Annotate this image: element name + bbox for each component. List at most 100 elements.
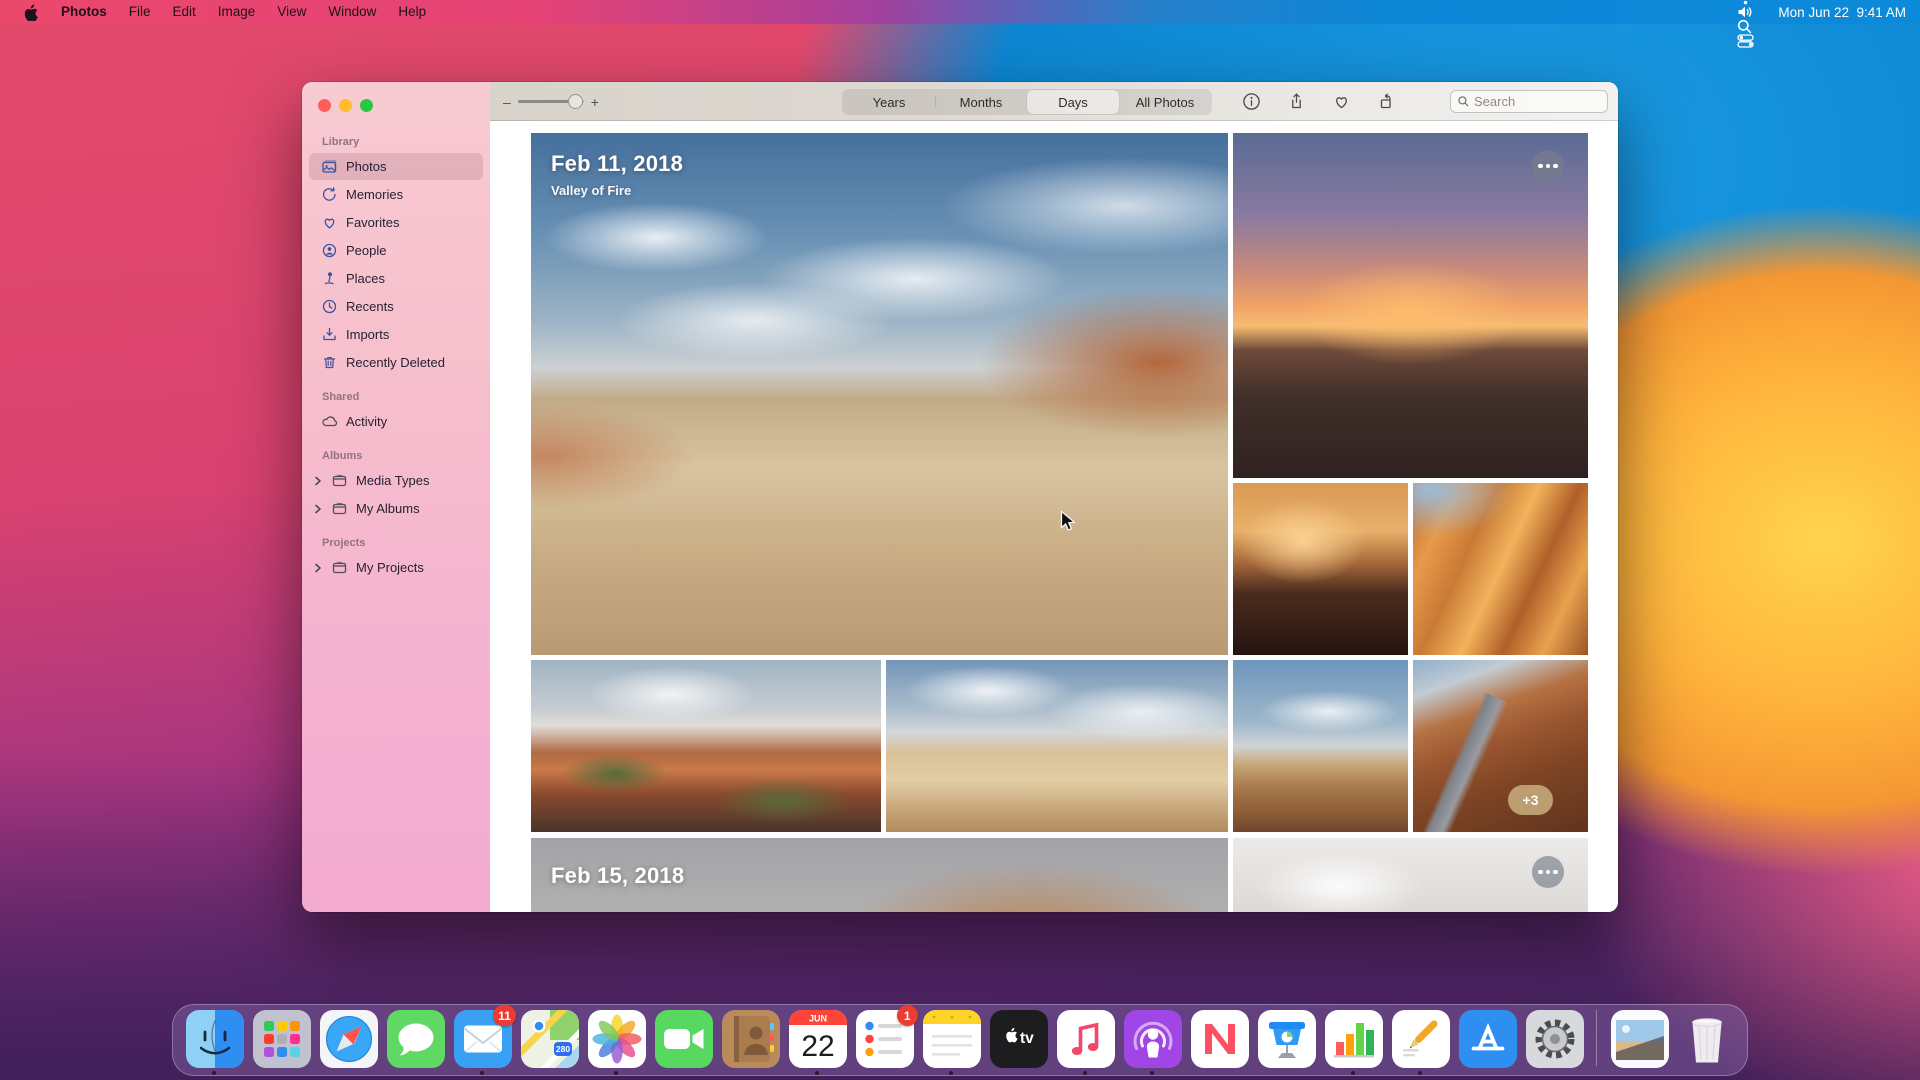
dock-music-icon[interactable]	[1056, 1009, 1115, 1075]
chevron-right-icon[interactable]	[313, 475, 323, 487]
chevron-right-icon[interactable]	[313, 503, 323, 515]
dock-appstore-icon[interactable]	[1458, 1009, 1517, 1068]
menu-help[interactable]: Help	[387, 4, 437, 19]
sidebar-item-label: Recently Deleted	[346, 355, 445, 370]
dock-photos-icon[interactable]	[587, 1009, 646, 1075]
more-options-button[interactable]	[1532, 856, 1564, 888]
dock-panel: 11 280 JUN 22 1 tv	[171, 1004, 1749, 1076]
dock-notes-icon[interactable]	[922, 1009, 981, 1075]
desktop: Photos File Edit Image View Window Help Mon Ju…	[0, 0, 1920, 1080]
photo-hiker[interactable]	[886, 660, 1228, 832]
zoom-button[interactable]	[360, 99, 373, 112]
info-button[interactable]	[1242, 92, 1261, 111]
dock-keynote-icon[interactable]	[1257, 1009, 1316, 1068]
dock-calendar-icon[interactable]: JUN 22	[788, 1009, 847, 1075]
dock-safari-icon[interactable]	[319, 1009, 378, 1068]
dock: 11 280 JUN 22 1 tv	[0, 1004, 1920, 1076]
menu-bar-status: Mon Jun 22 9:41 AM	[1729, 0, 1906, 48]
dock-launchpad-icon[interactable]	[252, 1009, 311, 1068]
dock-messages-icon[interactable]	[386, 1009, 445, 1068]
dock-trash-icon[interactable]	[1677, 1009, 1735, 1067]
dock-picture-icon[interactable]	[1610, 1009, 1670, 1068]
volume-icon[interactable]	[1729, 5, 1764, 19]
apple-menu[interactable]	[14, 3, 48, 21]
sidebar-item-imports[interactable]: Imports	[309, 321, 483, 348]
dock-tv-icon[interactable]: tv	[989, 1009, 1048, 1068]
sidebar-item-photos[interactable]: Photos	[309, 153, 483, 180]
segment-years[interactable]: Years	[843, 90, 935, 114]
search-field[interactable]	[1450, 90, 1608, 113]
menu-edit[interactable]: Edit	[162, 4, 207, 19]
spotlight-icon[interactable]	[1729, 19, 1764, 34]
menu-view[interactable]: View	[266, 4, 317, 19]
sidebar-item-memories[interactable]: Memories	[309, 181, 483, 208]
share-button[interactable]	[1287, 92, 1306, 111]
sidebar-item-label: Recents	[346, 299, 394, 314]
minimize-button[interactable]	[339, 99, 352, 112]
more-options-button[interactable]	[1532, 150, 1564, 182]
apple-logo-icon	[24, 3, 38, 21]
control-center-icon[interactable]	[1729, 33, 1764, 48]
sidebar-item-label: Memories	[346, 187, 404, 202]
photo-redrocks[interactable]	[531, 660, 881, 832]
sidebar-item-label: Photos	[346, 159, 387, 174]
photo-hero[interactable]	[531, 133, 1228, 655]
zoom-out-button[interactable]: –	[503, 94, 511, 110]
dock-contacts-icon[interactable]	[721, 1009, 780, 1068]
sidebar: Library Photos Memories Favorites People Plac…	[302, 82, 490, 912]
segment-all-photos[interactable]: All Photos	[1119, 90, 1211, 114]
dock-finder-icon[interactable]	[185, 1009, 244, 1075]
sidebar-item-people[interactable]: People	[309, 237, 483, 264]
menu-file[interactable]: File	[118, 4, 162, 19]
close-button[interactable]	[318, 99, 331, 112]
photo-wave[interactable]	[1413, 483, 1588, 655]
menu-window[interactable]: Window	[317, 4, 387, 19]
chevron-right-icon[interactable]	[313, 562, 323, 574]
zoom-in-button[interactable]: +	[591, 94, 599, 110]
svg-text:JUN: JUN	[809, 1014, 827, 1024]
sidebar-item-my-projects[interactable]: My Projects	[309, 554, 483, 581]
photo-valley[interactable]	[1233, 660, 1408, 832]
zoom-slider-thumb[interactable]	[567, 94, 583, 109]
photo-silhouette[interactable]	[1233, 483, 1408, 655]
photo-sunset[interactable]	[1233, 133, 1588, 478]
dock-news-icon[interactable]	[1190, 1009, 1249, 1068]
album-icon	[331, 472, 348, 489]
dock-settings-icon[interactable]	[1525, 1009, 1584, 1068]
dock-maps-icon[interactable]: 280	[520, 1009, 579, 1068]
sidebar-item-label: People	[346, 243, 387, 258]
sidebar-item-recently-deleted[interactable]: Recently Deleted	[309, 349, 483, 376]
sidebar-item-media-types[interactable]: Media Types	[309, 467, 483, 494]
sidebar-item-activity[interactable]: Activity	[309, 408, 483, 435]
running-indicator-dot	[814, 1071, 819, 1075]
menu-photos[interactable]: Photos	[50, 4, 118, 19]
svg-text:280: 280	[556, 1044, 570, 1054]
zoom-slider[interactable]	[517, 94, 584, 109]
menu-bar-clock[interactable]: Mon Jun 22 9:41 AM	[1768, 5, 1906, 20]
sidebar-item-recents[interactable]: Recents	[309, 293, 483, 320]
segment-months[interactable]: Months	[935, 90, 1027, 114]
photo-canyonroad[interactable]	[1413, 660, 1588, 832]
sidebar-item-favorites[interactable]: Favorites	[309, 209, 483, 236]
rotate-button[interactable]	[1377, 92, 1396, 111]
dock-mail-icon[interactable]: 11	[453, 1005, 516, 1075]
dock-podcasts-icon[interactable]	[1123, 1009, 1182, 1075]
dock-facetime-icon[interactable]	[654, 1009, 713, 1068]
day-header: Feb 11, 2018 Valley of Fire	[551, 151, 683, 198]
dock-numbers-icon[interactable]	[1324, 1009, 1383, 1075]
mouse-cursor	[1060, 510, 1077, 539]
menu-image[interactable]: Image	[207, 4, 267, 19]
favorite-button[interactable]	[1332, 92, 1351, 111]
overflow-count-badge[interactable]: +3	[1508, 785, 1553, 815]
sidebar-item-my-albums[interactable]: My Albums	[309, 495, 483, 522]
segment-days[interactable]: Days	[1027, 90, 1119, 114]
day-header: Feb 15, 2018	[551, 863, 684, 889]
sidebar-item-places[interactable]: Places	[309, 265, 483, 292]
search-input[interactable]	[1474, 94, 1584, 109]
dock-reminders-icon[interactable]: 1	[855, 1005, 918, 1068]
sidebar-item-label: Activity	[346, 414, 388, 429]
dock-pages-icon[interactable]	[1391, 1009, 1450, 1075]
photos-app-window: Library Photos Memories Favorites People Plac…	[302, 82, 1618, 912]
day-date: Feb 15, 2018	[551, 863, 685, 888]
running-indicator-dot	[211, 1071, 216, 1075]
